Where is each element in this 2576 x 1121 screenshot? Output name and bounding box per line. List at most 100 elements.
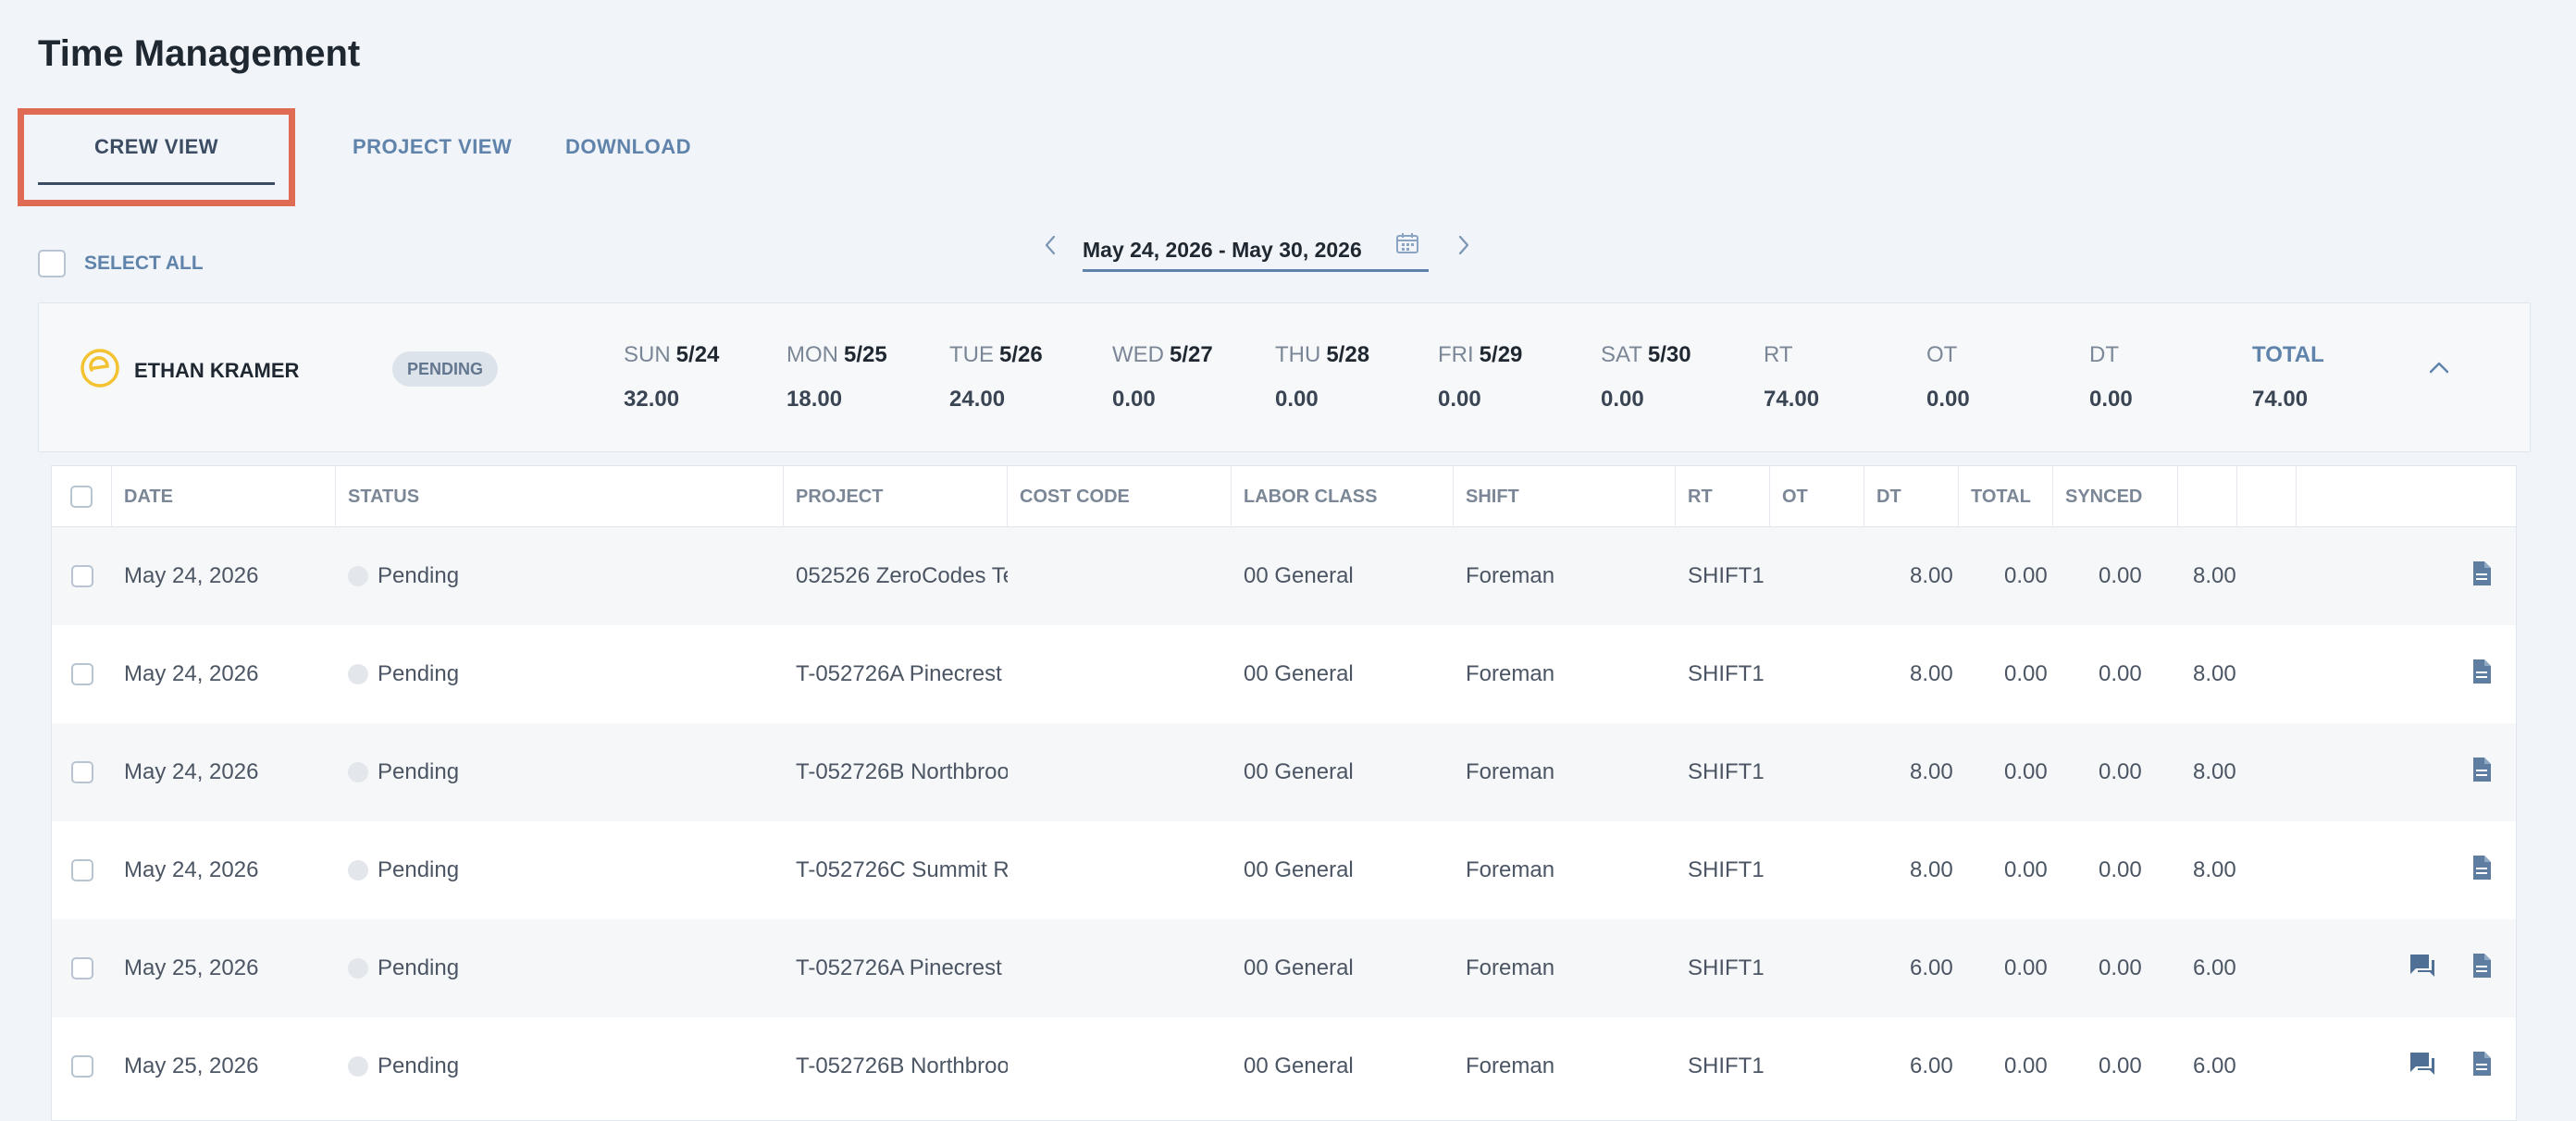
tab-project-view[interactable]: PROJECT VIEW: [275, 109, 589, 185]
tab-download[interactable]: DOWNLOAD: [565, 109, 750, 185]
document-icon[interactable]: [2471, 659, 2492, 691]
day-hours: 0.00: [1601, 387, 1644, 412]
row-total: 8.00: [2193, 759, 2236, 784]
total-label: OT: [1926, 342, 1958, 367]
row-status: Pending: [336, 1017, 784, 1115]
row-date: May 24, 2026: [124, 759, 259, 784]
day-date: 5/30: [1647, 342, 1691, 367]
header-cost-code[interactable]: COST CODE: [1008, 466, 1232, 527]
row-total: 6.00: [2193, 1053, 2236, 1078]
document-icon[interactable]: [2471, 560, 2492, 593]
header-synced[interactable]: SYNCED: [2053, 466, 2178, 527]
header-checkbox[interactable]: [70, 486, 93, 508]
row-ot: 0.00: [2004, 955, 2048, 980]
calendar-icon[interactable]: [1395, 231, 1419, 260]
clock-avatar-icon: [80, 348, 120, 393]
row-checkbox[interactable]: [70, 1055, 93, 1078]
header-project[interactable]: PROJECT: [784, 466, 1008, 527]
row-checkbox[interactable]: [70, 663, 93, 685]
row-project-text: T-052726B Northbrook Apartments: [796, 1053, 1008, 1078]
row-project-text: T-052726C Summit Ridge Office Park: [796, 857, 1008, 882]
crew-summary-card: ETHAN KRAMER PENDING SUN 5/24 32.00 MON 5/…: [38, 302, 2531, 452]
active-tab-underline: [38, 182, 275, 185]
tab-crew-view[interactable]: CREW VIEW: [38, 109, 275, 185]
crew-member-name: ETHAN KRAMER: [134, 359, 300, 382]
header-rt[interactable]: RT: [1676, 466, 1770, 527]
row-labor-class: Foreman: [1466, 1053, 1555, 1078]
document-icon[interactable]: [2471, 953, 2492, 985]
row-checkbox[interactable]: [70, 859, 93, 881]
row-rt: 8.00: [1910, 661, 1953, 686]
table-row[interactable]: May 24, 2026 Pending T-052726C Summit Ri…: [52, 821, 2516, 919]
row-project-text: T-052726A Pinecrest Elementary School Ex: [796, 661, 1008, 686]
header-shift[interactable]: SHIFT: [1454, 466, 1676, 527]
day-hours: 0.00: [1275, 387, 1319, 412]
day-hours: 0.00: [1438, 387, 1481, 412]
total-value: 0.00: [2089, 387, 2133, 412]
document-icon[interactable]: [2471, 1051, 2492, 1083]
tab-project-view-label: PROJECT VIEW: [353, 135, 513, 158]
total-ot: OT 0.00: [1926, 342, 1970, 413]
chevron-up-icon[interactable]: [2429, 361, 2449, 378]
day-date: 5/29: [1479, 342, 1523, 367]
total-label: RT: [1764, 342, 1793, 367]
row-select: [52, 625, 112, 723]
select-all[interactable]: SELECT ALL: [38, 250, 204, 277]
day-wed: WED 5/27 0.00: [1112, 342, 1213, 413]
header-document: [2237, 466, 2297, 527]
row-select: [52, 919, 112, 1017]
table-row[interactable]: May 24, 2026 Pending T-052726A Pinecrest…: [52, 625, 2516, 723]
chevron-left-icon[interactable]: [1036, 231, 1064, 259]
total-value: 0.00: [1926, 387, 1970, 412]
row-date: May 25, 2026: [124, 955, 259, 980]
day-date: 5/26: [999, 342, 1043, 367]
row-select: [52, 527, 112, 625]
row-date: May 24, 2026: [124, 661, 259, 686]
row-shift: SHIFT1: [1688, 661, 1765, 686]
row-rt: 8.00: [1910, 563, 1953, 588]
day-label: TUE: [949, 342, 994, 367]
row-checkbox[interactable]: [70, 565, 93, 587]
status-dot-icon: [348, 958, 368, 979]
time-entries-table: DATE STATUS PROJECT COST CODE LABOR CLAS…: [51, 465, 2517, 1121]
row-rt: 8.00: [1910, 759, 1953, 784]
row-select: [52, 723, 112, 821]
row-checkbox[interactable]: [70, 957, 93, 979]
row-status-text: Pending: [378, 759, 460, 784]
table-row[interactable]: May 24, 2026 Pending T-052726B Northbroo…: [52, 723, 2516, 821]
row-ot: 0.00: [2004, 661, 2048, 686]
header-date[interactable]: DATE: [112, 466, 336, 527]
header-ot[interactable]: OT: [1770, 466, 1864, 527]
row-dt: 0.00: [2099, 955, 2142, 980]
row-status-text: Pending: [378, 563, 460, 588]
document-icon[interactable]: [2471, 855, 2492, 887]
table-row[interactable]: May 25, 2026 Pending T-052726A Pinecrest…: [52, 919, 2516, 1017]
chevron-right-icon[interactable]: [1450, 231, 1478, 259]
table-row[interactable]: May 25, 2026 Pending T-052726B Northbroo…: [52, 1017, 2516, 1115]
row-status-text: Pending: [378, 857, 460, 882]
row-dt: 0.00: [2099, 661, 2142, 686]
total-rt: RT 74.00: [1764, 342, 1819, 413]
comment-icon[interactable]: [2409, 1051, 2436, 1083]
day-hours: 32.00: [624, 387, 680, 412]
document-icon[interactable]: [2471, 757, 2492, 789]
day-sun: SUN 5/24 32.00: [624, 342, 719, 413]
status-dot-icon: [348, 664, 368, 684]
table-row[interactable]: May 24, 2026 Pending 052526 ZeroCodes Te…: [52, 527, 2516, 625]
header-total[interactable]: TOTAL: [1959, 466, 2053, 527]
row-dt: 0.00: [2099, 857, 2142, 882]
row-labor-class: Foreman: [1466, 857, 1555, 882]
comment-icon[interactable]: [2409, 953, 2436, 985]
row-comment-cell: [2393, 625, 2452, 723]
select-all-checkbox[interactable]: [38, 250, 66, 277]
header-select: [52, 466, 112, 527]
header-dt[interactable]: DT: [1864, 466, 1959, 527]
row-status-text: Pending: [378, 661, 460, 686]
day-thu: THU 5/28 0.00: [1275, 342, 1369, 413]
header-status[interactable]: STATUS: [336, 466, 784, 527]
header-labor-class[interactable]: LABOR CLASS: [1232, 466, 1454, 527]
page-title: Time Management: [38, 33, 361, 74]
row-date: May 25, 2026: [124, 1053, 259, 1078]
date-range-field[interactable]: May 24, 2026 - May 30, 2026: [1083, 231, 1429, 272]
row-checkbox[interactable]: [70, 761, 93, 783]
